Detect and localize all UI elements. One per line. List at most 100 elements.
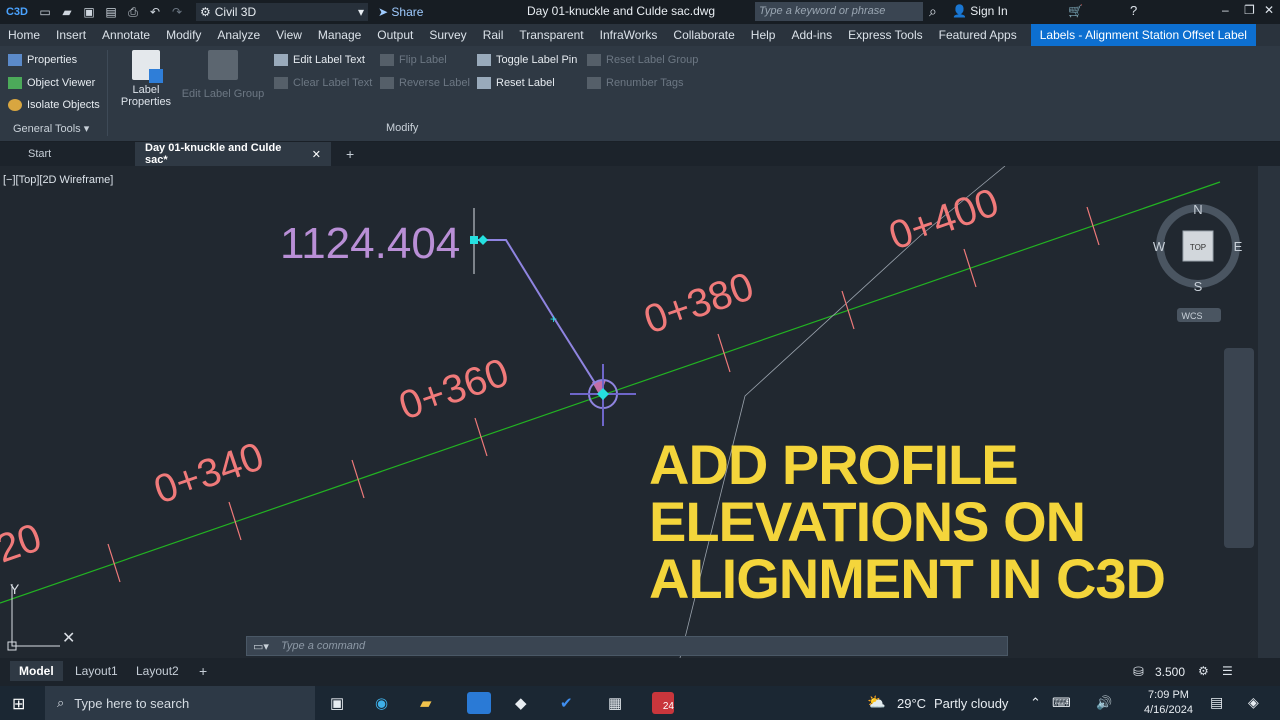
tab-model[interactable]: Model <box>10 661 63 681</box>
volume-icon[interactable]: 🔊 <box>1096 695 1112 711</box>
scale-value[interactable]: 3.500 <box>1155 665 1185 679</box>
weather-desc[interactable]: Partly cloudy <box>934 696 1008 711</box>
menu-item[interactable]: Featured Apps <box>931 28 1025 42</box>
menu-item[interactable]: Insert <box>48 28 94 42</box>
viewport-controls[interactable]: [−][Top][2D Wireframe] <box>3 174 113 186</box>
search-icon[interactable]: ⌕ <box>929 3 937 20</box>
grip-plus[interactable]: + <box>550 312 557 326</box>
edit-label-text-button[interactable]: Edit Label Text <box>274 54 365 66</box>
save-as-icon[interactable]: ▤ <box>102 5 120 19</box>
new-icon[interactable]: ▭ <box>36 5 54 19</box>
windows-start-icon[interactable]: ⊞ <box>12 694 25 714</box>
share-button[interactable]: ➤ Share <box>378 5 423 19</box>
menu-item[interactable]: Collaborate <box>665 28 742 42</box>
todo-icon[interactable]: ✔ <box>560 694 573 712</box>
restore-icon[interactable]: ❐ <box>1244 3 1255 17</box>
redo-icon[interactable]: ↷ <box>168 5 186 19</box>
clock-date[interactable]: 4/16/2024 <box>1144 704 1193 716</box>
civil3d-taskbar-icon[interactable] <box>467 692 491 714</box>
tab-layout1[interactable]: Layout1 <box>66 661 127 681</box>
menu-item[interactable]: Transparent <box>511 28 591 42</box>
menu-item[interactable]: Express Tools <box>840 28 930 42</box>
menu-item[interactable]: Modify <box>158 28 209 42</box>
menu-item[interactable]: Output <box>369 28 421 42</box>
copilot-icon[interactable]: ◈ <box>1248 694 1259 711</box>
cart-icon[interactable]: 🛒 <box>1068 4 1083 18</box>
calendar-badge[interactable]: 24 <box>652 692 674 714</box>
app-icon[interactable]: ◆ <box>515 694 527 712</box>
reset-label-group-button[interactable]: Reset Label Group <box>587 54 698 66</box>
open-icon[interactable]: ▰ <box>58 5 76 19</box>
label-properties-button[interactable]: Label Properties <box>118 50 174 108</box>
clock-time[interactable]: 7:09 PM <box>1148 689 1189 701</box>
headline-line: ADD PROFILE <box>649 433 1019 496</box>
wcs-label: WCS <box>1182 311 1203 321</box>
layout-tabs: Model Layout1 Layout2 + ⛁ 3.500 ⚙ ☰ <box>0 658 1280 686</box>
tab-active-drawing[interactable]: Day 01-knuckle and Culde sac* ✕ <box>135 142 331 166</box>
ucs-x-icon: ✕ <box>62 630 75 647</box>
flip-label-button[interactable]: Flip Label <box>380 54 447 66</box>
annotation-scale-icon[interactable]: ⛁ <box>1133 664 1144 680</box>
close-tab-icon[interactable]: ✕ <box>312 148 321 161</box>
workspace-switch-icon[interactable]: ⚙ <box>1198 664 1209 678</box>
tab-context[interactable]: Labels - Alignment Station Offset Label <box>1030 24 1256 46</box>
tab-start[interactable]: Start <box>18 142 61 166</box>
close-icon[interactable]: ✕ <box>1264 3 1274 17</box>
tab-layout2[interactable]: Layout2 <box>127 661 188 681</box>
label-properties-line1: Label <box>132 84 160 96</box>
undo-icon[interactable]: ↶ <box>146 5 164 19</box>
customize-icon[interactable]: ☰ <box>1222 664 1233 678</box>
compass-e[interactable]: E <box>1234 239 1243 254</box>
new-tab-button[interactable]: + <box>336 142 364 166</box>
reset-label-button[interactable]: Reset Label <box>477 77 555 89</box>
taskbar-search[interactable]: ⌕ Type here to search <box>45 686 315 720</box>
isolate-objects-button[interactable]: Isolate Objects <box>8 99 100 111</box>
menu-item[interactable]: Manage <box>310 28 369 42</box>
renumber-tags-button[interactable]: Renumber Tags <box>587 77 683 89</box>
edge-icon[interactable]: ◉ <box>375 694 388 712</box>
menu-item[interactable]: Annotate <box>94 28 158 42</box>
station-label: 0+400 <box>884 180 1005 258</box>
compass-n[interactable]: N <box>1193 202 1202 217</box>
notifications-icon[interactable]: ▤ <box>1210 694 1223 711</box>
general-tools-panel[interactable]: General Tools ▾ <box>13 122 89 135</box>
reverse-label-button[interactable]: Reverse Label <box>380 77 470 89</box>
network-icon[interactable]: ⌨ <box>1052 695 1071 711</box>
tool-palette-strip[interactable] <box>1258 166 1280 658</box>
help-icon[interactable]: ? <box>1130 3 1137 18</box>
menu-item[interactable]: Analyze <box>209 28 268 42</box>
compass-s[interactable]: S <box>1194 279 1203 294</box>
sign-in-button[interactable]: 👤 Sign In <box>952 4 1008 18</box>
command-input[interactable]: ▭▾ Type a command <box>246 636 1008 656</box>
elevation-label[interactable]: 1124.404 <box>280 219 460 268</box>
add-layout-button[interactable]: + <box>190 661 216 681</box>
save-icon[interactable]: ▣ <box>80 5 98 19</box>
file-explorer-icon[interactable]: ▰ <box>420 694 432 712</box>
menu-item[interactable]: Home <box>0 28 48 42</box>
weather-temp[interactable]: 29°C <box>897 696 926 711</box>
menu-item[interactable]: Rail <box>475 28 512 42</box>
calculator-icon[interactable]: ▦ <box>608 694 622 712</box>
minimize-icon[interactable]: – <box>1222 3 1229 17</box>
edit-label-group-button[interactable]: Edit Label Group <box>180 50 266 100</box>
chevron-up-icon[interactable]: ⌃ <box>1030 695 1041 711</box>
toggle-label-pin-button[interactable]: Toggle Label Pin <box>477 54 577 66</box>
menu-item[interactable]: InfraWorks <box>592 28 666 42</box>
menu-item[interactable]: View <box>268 28 310 42</box>
menu-item[interactable]: Help <box>743 28 784 42</box>
app-logo[interactable]: C3D <box>0 0 34 24</box>
print-icon[interactable]: ⎙ <box>124 5 142 19</box>
workspace-select[interactable]: ⚙ Civil 3D ▾ <box>196 3 368 21</box>
object-viewer-button[interactable]: Object Viewer <box>8 77 95 89</box>
task-view-icon[interactable]: ▣ <box>330 694 344 712</box>
search-input[interactable]: Type a keyword or phrase <box>755 2 923 21</box>
grip-diamond[interactable] <box>478 235 488 245</box>
viewcube[interactable]: TOP N S E W WCS <box>1150 198 1250 328</box>
clear-label-text-label: Clear Label Text <box>293 77 373 89</box>
clear-label-text-button[interactable]: Clear Label Text <box>274 77 372 89</box>
menu-item[interactable]: Survey <box>421 28 474 42</box>
grip-square[interactable] <box>470 236 478 244</box>
compass-w[interactable]: W <box>1153 239 1166 254</box>
properties-button[interactable]: Properties <box>8 54 77 66</box>
menu-item[interactable]: Add-ins <box>783 28 840 42</box>
